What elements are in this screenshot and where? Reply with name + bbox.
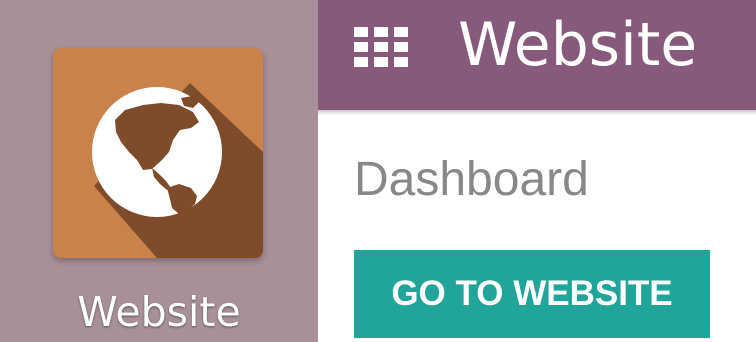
grid-cell bbox=[354, 42, 368, 52]
grid-cell bbox=[374, 27, 388, 37]
grid-cell bbox=[374, 42, 388, 52]
go-to-website-button[interactable]: GO TO WEBSITE bbox=[354, 250, 710, 338]
grid-cell bbox=[394, 42, 408, 52]
globe-icon bbox=[92, 83, 263, 258]
app-tile-label[interactable]: Website bbox=[0, 288, 318, 336]
app-launcher-panel: Website bbox=[0, 0, 318, 342]
app-window: Website Dashboard GO TO WEBSITE bbox=[318, 0, 756, 342]
app-title: Website bbox=[458, 10, 698, 80]
grid-cell bbox=[394, 27, 408, 37]
top-navbar: Website bbox=[318, 0, 756, 110]
grid-cell bbox=[354, 27, 368, 37]
grid-cell bbox=[394, 57, 408, 67]
grid-cell bbox=[354, 57, 368, 67]
grid-cell bbox=[374, 57, 388, 67]
apps-grid-icon[interactable] bbox=[354, 27, 408, 67]
breadcrumb: Dashboard bbox=[354, 153, 589, 206]
navbar-divider bbox=[318, 110, 756, 115]
website-app-tile[interactable] bbox=[53, 48, 263, 258]
